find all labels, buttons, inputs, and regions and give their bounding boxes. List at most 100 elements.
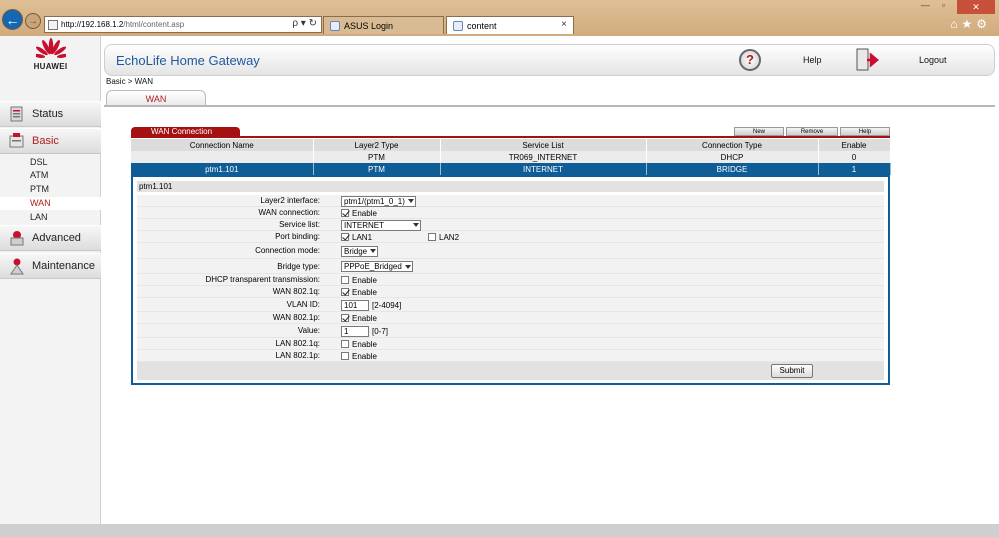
layer2-interface-select[interactable]: ptm1/(ptm1_0_1) — [341, 195, 416, 207]
checkbox-label: Enable — [352, 351, 377, 361]
field-label: WAN 802.1q: — [272, 287, 320, 296]
form-row-service-list: Service list: INTERNET — [137, 219, 884, 231]
field-label: LAN 802.1p: — [275, 351, 320, 360]
browser-toolbar: ← → http://192.168.1.2/html/content.asp … — [0, 0, 999, 36]
sidebar-item-maintenance[interactable]: Maintenance — [0, 253, 101, 279]
close-tab-icon[interactable]: × — [561, 19, 567, 30]
bridge-type-select[interactable]: PPPoE_Bridged — [341, 261, 413, 272]
submenu-item-lan[interactable]: LAN — [0, 211, 101, 224]
form-row-wan-8021q: WAN 802.1q: Enable — [137, 286, 884, 298]
field-label: Connection mode: — [255, 246, 320, 255]
browser-tab-content[interactable]: content × — [446, 16, 574, 34]
logout-icon[interactable] — [854, 48, 880, 72]
wan-connection-checkbox[interactable] — [341, 209, 349, 217]
field-label: Bridge type: — [277, 262, 320, 271]
field-label: Port binding: — [275, 232, 320, 241]
field-label: DHCP transparent transmission: — [205, 275, 320, 284]
checkbox-label: Enable — [352, 275, 377, 285]
table-header-row: Connection Name Layer2 Type Service List… — [131, 139, 891, 151]
back-button[interactable]: ← — [2, 9, 23, 30]
help-button[interactable]: Help — [840, 127, 890, 136]
field-label: WAN 802.1p: — [272, 313, 320, 322]
detail-title: ptm1.101 — [137, 181, 884, 192]
field-label: Value: — [297, 326, 320, 335]
table-cell: PTM — [313, 151, 441, 163]
chevron-down-icon — [413, 223, 419, 227]
lan2-checkbox[interactable] — [428, 233, 437, 241]
checkbox-label: Enable — [352, 339, 377, 349]
status-bar — [0, 524, 999, 537]
field-label: Layer2 interface: — [260, 196, 320, 205]
basic-icon — [9, 133, 24, 148]
submenu-item-atm[interactable]: ATM — [0, 169, 101, 182]
wan-8021q-checkbox[interactable] — [341, 288, 349, 296]
checkbox-label: LAN1 — [352, 232, 373, 242]
arrow-right-icon: → — [28, 15, 38, 27]
form-row-port-binding: Port binding: LAN1 LAN2 — [137, 231, 884, 243]
table-row[interactable]: PTM TR069_INTERNET DHCP 0 — [131, 151, 891, 163]
checkbox-label: Enable — [352, 313, 377, 323]
divider — [104, 105, 995, 107]
connection-mode-select[interactable]: Bridge — [341, 245, 379, 257]
select-value: Bridge — [344, 246, 368, 256]
window-controls: — ▫ ✕ — [921, 0, 995, 14]
huawei-logo: HUAWEI — [0, 36, 101, 76]
sidebar-item-advanced[interactable]: Advanced — [0, 225, 101, 251]
form-row-wan-8021p: WAN 802.1p: Enable — [137, 312, 884, 324]
sidebar-item-label: Status — [32, 108, 64, 120]
sidebar-item-basic[interactable]: Basic — [0, 128, 101, 154]
table-cell — [131, 151, 314, 163]
field-label: LAN 802.1q: — [275, 339, 320, 348]
browser-tab-asus-login[interactable]: ASUS Login — [323, 16, 444, 34]
form-row-wan-connection: WAN connection: Enable — [137, 207, 884, 219]
forward-button[interactable]: → — [25, 13, 41, 29]
help-link[interactable]: Help — [803, 55, 822, 65]
tab-page-icon — [330, 20, 340, 31]
table-cell: TR069_INTERNET — [440, 151, 647, 163]
lan1-checkbox[interactable] — [341, 233, 349, 241]
form-row-priority-value: Value: 1 [0-7] — [137, 324, 884, 338]
submenu-item-wan[interactable]: WAN — [0, 197, 101, 210]
address-bar[interactable]: http://192.168.1.2/html/content.asp ρ ▾ … — [44, 16, 322, 33]
form-row-layer2-interface: Layer2 interface: ptm1/(ptm1_0_1) — [137, 195, 884, 207]
restore-icon[interactable]: ▫ — [942, 0, 945, 14]
column-header: Enable — [818, 139, 891, 151]
address-tools[interactable]: ρ ▾ ↻ — [292, 18, 317, 29]
table-row-selected[interactable]: ptm1.101 PTM INTERNET BRIDGE 1 — [131, 163, 891, 175]
browser-tab-label: ASUS Login — [344, 20, 394, 31]
breadcrumb: Basic > WAN — [106, 77, 154, 86]
select-value: INTERNET — [344, 220, 384, 230]
lan-8021p-checkbox[interactable] — [341, 352, 349, 360]
url-path: /html/content.asp — [123, 20, 185, 29]
wan-connection-table: Connection Name Layer2 Type Service List… — [131, 139, 891, 175]
wan-8021p-checkbox[interactable] — [341, 314, 349, 322]
browser-tools-icons[interactable]: ⌂★⚙ — [950, 17, 991, 31]
table-cell: 0 — [818, 151, 891, 163]
service-list-select[interactable]: INTERNET — [341, 219, 421, 231]
field-label: VLAN ID: — [286, 300, 320, 309]
huawei-logo-icon — [35, 38, 66, 58]
lan-8021q-checkbox[interactable] — [341, 340, 349, 348]
brand-name: HUAWEI — [33, 62, 68, 71]
divider — [131, 136, 890, 138]
form-row-lan-8021p: LAN 802.1p: Enable — [137, 350, 884, 362]
sidebar-item-status[interactable]: Status — [0, 101, 101, 127]
form-row-connection-mode: Connection mode: Bridge — [137, 243, 884, 259]
submenu-item-ptm[interactable]: PTM — [0, 183, 101, 196]
table-cell: PTM — [313, 163, 441, 175]
submit-button[interactable]: Submit — [771, 364, 813, 378]
vlan-id-input[interactable]: 101 — [341, 299, 369, 311]
logout-link[interactable]: Logout — [919, 55, 947, 65]
minimize-icon[interactable]: — — [921, 0, 930, 14]
dhcp-transparent-checkbox[interactable] — [341, 276, 349, 284]
tab-page-icon — [453, 20, 463, 31]
remove-button[interactable]: Remove — [786, 127, 838, 136]
new-button[interactable]: New — [734, 127, 784, 136]
priority-value-input[interactable]: 1 — [341, 325, 369, 337]
tab-wan[interactable]: WAN — [106, 90, 206, 106]
close-window-icon[interactable]: ✕ — [957, 0, 995, 14]
form-row-bridge-type: Bridge type: PPPoE_Bridged — [137, 259, 884, 274]
help-icon[interactable]: ? — [739, 49, 761, 71]
select-value: ptm1/(ptm1_0_1) — [344, 196, 405, 206]
submenu-item-dsl[interactable]: DSL — [0, 156, 101, 169]
